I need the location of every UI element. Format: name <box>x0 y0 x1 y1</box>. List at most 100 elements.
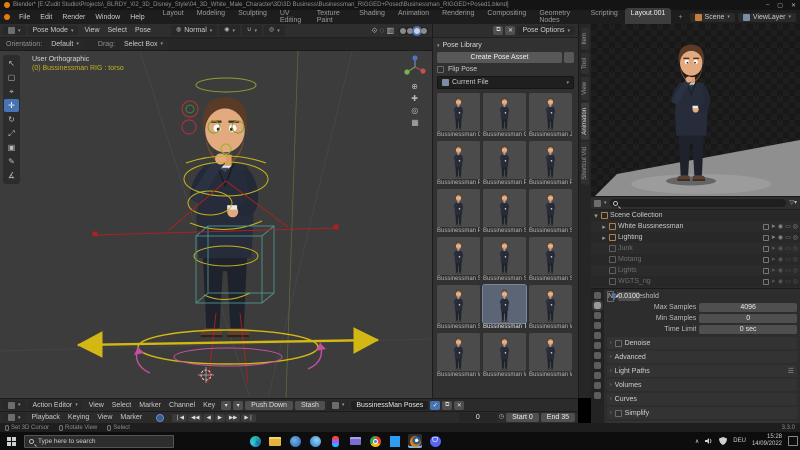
render-disable-icon[interactable]: ◎ <box>793 256 798 263</box>
outliner-row[interactable]: ▸ White Bussinessman ➤ ◉ ▭ ◎ <box>591 221 800 232</box>
proportional-edit-toggle[interactable]: ◎▾ <box>264 25 285 36</box>
menu-item[interactable]: Window <box>90 13 125 22</box>
menu-item[interactable]: File <box>14 13 35 22</box>
panel-header[interactable]: › Curves ☰ <box>607 393 797 405</box>
push-down-button[interactable]: Push Down <box>245 401 293 410</box>
current-frame-field[interactable]: 0 <box>459 413 497 422</box>
blender-menu-icon[interactable] <box>4 14 10 20</box>
pose-asset[interactable]: Bussinessman Wa <box>483 333 526 378</box>
pose-asset[interactable]: Bussinessman Thi... <box>483 285 526 330</box>
property-field[interactable]: Noise Threshold 0.0100 <box>607 291 614 302</box>
pose-asset[interactable]: Bussinessman Poi <box>437 141 480 186</box>
pose-asset[interactable]: Bussinessman Poi... <box>483 141 526 186</box>
orientation-dropdown[interactable]: Default▾ <box>46 40 84 49</box>
cursor-toggle-icon[interactable]: ➤ <box>771 245 776 252</box>
transport-button[interactable]: ❘◀ <box>172 414 187 422</box>
filter-dropdown-icon[interactable]: ▾ <box>221 401 231 410</box>
dope-menu-item[interactable]: Key <box>199 401 219 410</box>
property-value[interactable]: 0 <box>699 314 797 323</box>
viewport-disable-icon[interactable]: ▭ <box>785 245 791 252</box>
pose-thumbnail[interactable] <box>483 93 526 131</box>
pose-thumbnail[interactable] <box>437 141 480 179</box>
pose-thumbnail[interactable] <box>529 141 572 179</box>
tool-button[interactable]: ✛ <box>4 99 19 112</box>
fake-user-shield-icon[interactable]: ✓ <box>430 401 440 410</box>
show-gizmo-icon[interactable]: ⟐ <box>371 26 377 35</box>
render-disable-icon[interactable]: ◎ <box>793 234 798 241</box>
material-shading-icon[interactable] <box>414 28 420 34</box>
flip-pose-checkbox[interactable] <box>437 66 444 73</box>
panel-header[interactable]: › Simplify ☰ <box>607 407 797 419</box>
dope-menu-item[interactable]: View <box>85 401 108 410</box>
tool-button[interactable]: ↖ <box>4 57 19 70</box>
pose-asset[interactable]: Bussinessman Sta <box>483 189 526 234</box>
panel-header[interactable]: › Denoise ☰ <box>607 337 797 349</box>
viewport-menu-item[interactable]: View <box>80 26 103 35</box>
mail-icon[interactable] <box>348 434 362 448</box>
drag-dropdown[interactable]: Select Box▾ <box>119 40 168 49</box>
viewport-menu-item[interactable]: Select <box>104 26 131 35</box>
pose-asset[interactable]: Bussinessman Co... <box>437 93 480 138</box>
pose-asset[interactable]: Bussinessman Cr... <box>483 93 526 138</box>
expand-icon[interactable]: ▾ <box>593 212 599 220</box>
viewlayer-tab-icon[interactable] <box>594 322 601 329</box>
taskbar-search-input[interactable]: Type here to search <box>24 435 174 448</box>
tool-button[interactable]: ∡ <box>4 169 19 182</box>
sidebar-tab[interactable]: Tool <box>581 53 589 74</box>
vscode-icon[interactable] <box>388 434 402 448</box>
tool-button[interactable]: ▢ <box>4 71 19 84</box>
nav-icon[interactable]: ▦ <box>411 118 419 127</box>
preview-viewport[interactable] <box>591 24 800 196</box>
photos-app-icon[interactable] <box>308 434 322 448</box>
physics-tab-icon[interactable] <box>594 372 601 379</box>
pose-asset[interactable]: Bussinessman Poi... <box>529 141 572 186</box>
output-tab-icon[interactable] <box>594 312 601 319</box>
pose-asset[interactable]: Bussinessman W... <box>437 333 480 378</box>
security-shield-icon[interactable] <box>719 437 727 445</box>
outliner-row[interactable]: Lights ➤ ◉ ▭ ◎ <box>591 265 800 276</box>
volume-icon[interactable] <box>705 437 713 445</box>
pose-thumbnail[interactable] <box>483 189 526 227</box>
language-indicator[interactable]: DEU <box>733 438 746 444</box>
close-icon[interactable]: ✕ <box>505 26 515 35</box>
pose-asset[interactable]: Bussinessman St... <box>437 237 480 282</box>
action-name-field[interactable]: BussinessMan Poses <box>351 401 428 410</box>
pivot-point-dropdown[interactable]: ◉▾ <box>219 25 240 36</box>
hide-eye-icon[interactable]: ◉ <box>778 278 783 285</box>
sidebar-tab[interactable]: View <box>581 77 589 100</box>
transport-button[interactable]: ◀◀ <box>188 414 202 422</box>
selectable-checkbox[interactable] <box>763 279 769 285</box>
chrome-icon[interactable] <box>368 434 382 448</box>
copy-icon[interactable]: ⧉ <box>493 26 503 35</box>
axis-gizmo[interactable] <box>403 55 427 79</box>
viewlayer-selector[interactable]: ViewLayer▾ <box>738 13 796 22</box>
outliner-editor-icon[interactable] <box>594 200 601 207</box>
property-field[interactable]: Max Samples 4096 <box>607 302 797 313</box>
hide-eye-icon[interactable]: ◉ <box>778 256 783 263</box>
sidebar-tab[interactable]: Shortcut Vid <box>581 142 589 185</box>
filter-icon[interactable]: ▽▾ <box>789 199 797 208</box>
dope-menu-item[interactable]: Channel <box>165 401 199 410</box>
panel-expand-icon[interactable]: › <box>610 396 612 402</box>
expand-icon[interactable]: ▸ <box>601 234 607 242</box>
property-value[interactable]: 4096 <box>699 303 797 312</box>
menu-item[interactable]: Help <box>125 13 149 22</box>
pose-thumbnail[interactable] <box>437 237 480 275</box>
nav-icon[interactable]: ⊕ <box>411 82 419 91</box>
outliner-row[interactable]: Motang ➤ ◉ ▭ ◎ <box>591 254 800 265</box>
property-field[interactable]: Min Samples 0 <box>607 313 797 324</box>
pose-thumbnail[interactable] <box>529 237 572 275</box>
timeline-menu-item[interactable]: Keying <box>64 413 93 422</box>
clock[interactable]: 15:2814/09/2022 <box>752 434 782 448</box>
frame-start-field[interactable]: Start 0 <box>506 413 539 422</box>
viewport-menu-item[interactable]: Pose <box>131 26 155 35</box>
property-checkbox[interactable] <box>613 293 615 300</box>
modifier-tab-icon[interactable] <box>594 362 601 369</box>
pose-thumbnail[interactable] <box>483 141 526 179</box>
nav-icon[interactable]: ◎ <box>411 106 419 115</box>
use-preview-range-icon[interactable]: ◷ <box>499 413 504 422</box>
app-blue-icon[interactable] <box>288 434 302 448</box>
pose-thumbnail[interactable] <box>529 189 572 227</box>
notification-center-icon[interactable] <box>788 436 798 446</box>
selectable-checkbox[interactable] <box>763 246 769 252</box>
